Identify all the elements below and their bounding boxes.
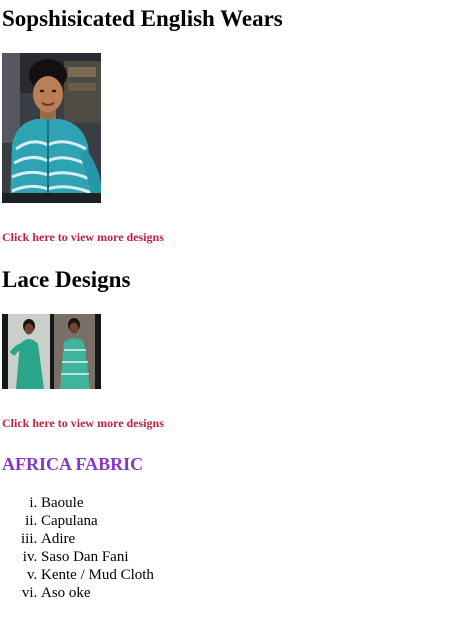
list-item: Adire (41, 530, 154, 548)
english-wear-image (2, 53, 101, 203)
lace-design-photo[interactable] (2, 314, 101, 389)
list-item: Capulana (41, 512, 154, 530)
lace-designs-heading: Lace Designs (2, 267, 131, 292)
english-wear-photo[interactable] (2, 53, 101, 203)
list-item: Kente / Mud Cloth (41, 566, 154, 584)
fabric-list: Baoule Capulana Adire Saso Dan Fani Kent… (0, 494, 154, 602)
view-more-english-wears-link[interactable]: Click here to view more designs (2, 230, 164, 244)
view-more-lace-designs-link[interactable]: Click here to view more designs (2, 416, 164, 430)
africa-fabric-heading: AFRICA FABRIC (2, 454, 144, 474)
list-item: Baoule (41, 494, 154, 512)
list-item: Saso Dan Fani (41, 548, 154, 566)
english-wears-heading: Sopshisicated English Wears (2, 6, 283, 31)
lace-design-image (2, 314, 101, 389)
list-item: Aso oke (41, 584, 154, 602)
